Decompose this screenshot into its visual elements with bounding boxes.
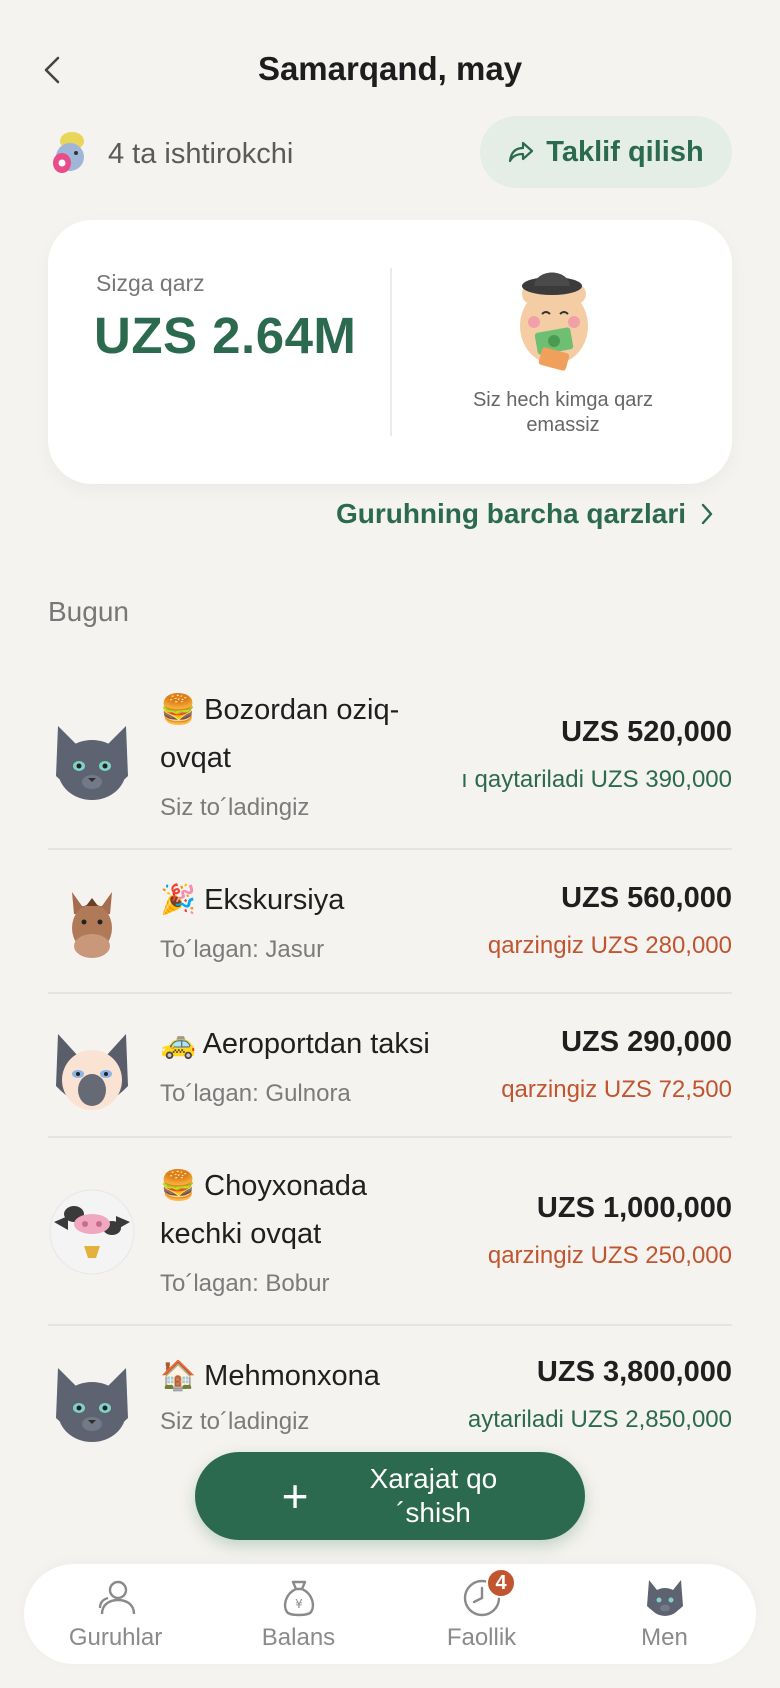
nav-item-groups[interactable]: Guruhlar <box>24 1564 207 1664</box>
expense-balance-delta: qarzingiz UZS 280,000 <box>487 932 732 959</box>
expense-item[interactable]: 🏠 Mehmonxona Siz to´ladingiz UZS 3,800,0… <box>48 1352 732 1448</box>
siamese-cat-icon <box>56 1034 128 1110</box>
expense-name: 🍔 Choyxonada kechki ovqat <box>160 1170 368 1250</box>
invite-label: Taklif qilish <box>546 135 704 168</box>
expense-balance-delta: aytariladi UZS 2,850,000 <box>467 1406 732 1433</box>
nav-label: Balans <box>261 1624 336 1651</box>
gray-cat-icon <box>56 726 128 800</box>
no-debt-text: Siz hech kimga qarz emassiz <box>472 389 654 436</box>
participants-row[interactable]: 4 ta ishtirokchi <box>50 126 293 182</box>
nav-label: Men <box>641 1624 688 1651</box>
all-debts-label: Guruhning barcha qarzlari <box>335 498 686 529</box>
row-divider <box>48 1136 732 1138</box>
horse-icon <box>72 892 112 958</box>
header: Samarqand, may <box>0 40 780 104</box>
page-title: Samarqand, may <box>257 50 523 87</box>
expense-item[interactable]: 🚕 Aeroportdan taksi To´lagan: Gulnora UZ… <box>48 1020 732 1116</box>
gray-cat-icon <box>56 1368 128 1442</box>
expense-payer: To´lagan: Jasur <box>160 936 325 963</box>
expense-balance-delta: qarzingiz UZS 250,000 <box>487 1242 732 1269</box>
expense-payer: Siz to´ladingiz <box>160 1408 310 1435</box>
owed-amount: UZS 2.64M <box>94 307 357 364</box>
people-icon <box>98 1580 135 1615</box>
bottom-nav: Guruhlar ¥ Balans 4 Faollik Men <box>24 1564 756 1664</box>
svg-text:¥: ¥ <box>295 1597 303 1611</box>
add-expense-label: Xarajat qo´shish <box>369 1463 498 1528</box>
expense-balance-delta: qarzingiz UZS 72,500 <box>501 1076 732 1103</box>
participants-avatar-icon <box>53 132 84 173</box>
expense-total: UZS 520,000 <box>561 716 732 748</box>
cat-avatar-icon <box>646 1580 683 1616</box>
nav-label: Guruhlar <box>68 1624 163 1651</box>
nav-item-activity[interactable]: 4 Faollik <box>390 1564 573 1664</box>
expense-item[interactable]: 🍔 Choyxonada kechki ovqat To´lagan: Bobu… <box>48 1162 732 1312</box>
expense-name: 🚕 Aeroportdan taksi <box>160 1028 430 1060</box>
plus-icon: + <box>281 1470 309 1522</box>
bear-with-money-icon <box>520 272 588 371</box>
row-divider <box>48 992 732 994</box>
nav-item-me[interactable]: Men <box>573 1564 756 1664</box>
expense-total: UZS 3,800,000 <box>536 1356 732 1388</box>
add-expense-button[interactable]: + Xarajat qo´shish <box>195 1452 585 1540</box>
cow-icon <box>49 1189 135 1275</box>
expense-name: 🍔 Bozordan oziq-ovqat <box>160 694 400 774</box>
expense-payer: Siz to´ladingiz <box>160 794 310 821</box>
expense-balance-delta: ı qaytariladi UZS 390,000 <box>461 766 732 793</box>
nav-label: Faollik <box>446 1624 517 1651</box>
expense-name: 🏠 Mehmonxona <box>160 1360 380 1392</box>
expense-item[interactable]: 🍔 Bozordan oziq-ovqat Siz to´ladingiz UZ… <box>48 686 732 836</box>
row-divider <box>48 848 732 850</box>
notification-badge: 4 <box>486 1568 516 1598</box>
money-bag-icon: ¥ <box>283 1580 314 1617</box>
expense-payer: To´lagan: Bobur <box>160 1270 330 1297</box>
expense-total: UZS 290,000 <box>561 1026 732 1058</box>
chevron-right-icon <box>701 503 713 525</box>
expense-name: 🎉 Ekskursiya <box>160 884 345 916</box>
expense-total: UZS 1,000,000 <box>536 1192 732 1224</box>
expense-item[interactable]: 🎉 Ekskursiya To´lagan: Jasur UZS 560,000… <box>48 876 732 972</box>
all-group-debts-link[interactable]: Guruhning barcha qarzlari <box>336 498 714 530</box>
expense-payer: To´lagan: Gulnora <box>160 1080 351 1107</box>
participants-count: 4 ta ishtirokchi <box>108 137 294 170</box>
invite-button[interactable]: Taklif qilish <box>480 116 732 188</box>
share-arrow-icon <box>509 141 534 163</box>
expense-total: UZS 560,000 <box>561 882 732 914</box>
section-label-today: Bugun <box>48 596 129 627</box>
nav-item-balance[interactable]: ¥ Balans <box>207 1564 390 1664</box>
row-divider <box>48 1324 732 1326</box>
card-divider <box>390 268 392 436</box>
owed-label: Sizga qarz <box>96 270 205 296</box>
balance-summary-card: Sizga qarz UZS 2.64M Siz hech kimga qarz… <box>48 220 732 484</box>
